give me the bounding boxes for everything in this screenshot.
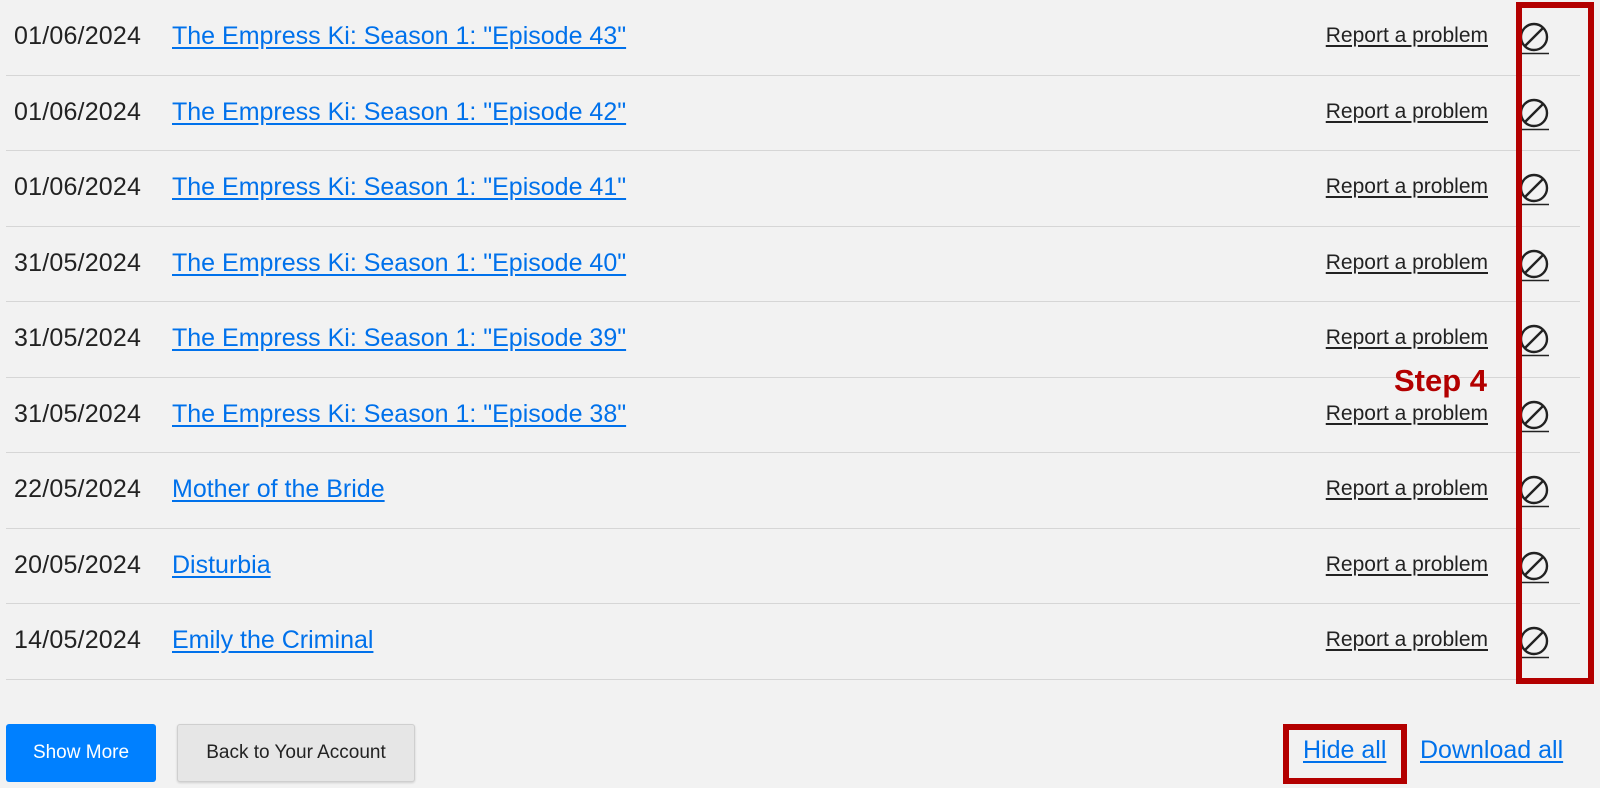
watch-date: 01/06/2024 <box>14 97 142 126</box>
report-problem-link[interactable]: Report a problem <box>1326 24 1488 48</box>
hide-from-history-button[interactable] <box>1516 624 1552 660</box>
hide-circle-slash-icon <box>1519 626 1549 659</box>
title-link[interactable]: The Empress Ki: Season 1: "Episode 40" <box>172 249 626 278</box>
watch-date: 22/05/2024 <box>14 475 142 503</box>
activity-row: 14/05/2024 Emily the Criminal Report a p… <box>6 604 1580 680</box>
hide-from-history-button[interactable] <box>1516 322 1552 358</box>
watch-date: 31/05/2024 <box>14 248 142 277</box>
title-link[interactable]: Disturbia <box>172 551 271 580</box>
activity-row: 01/06/2024 The Empress Ki: Season 1: "Ep… <box>6 76 1580 151</box>
activity-row: 31/05/2024 The Empress Ki: Season 1: "Ep… <box>6 227 1580 302</box>
title-link[interactable]: The Empress Ki: Season 1: "Episode 43" <box>172 22 626 51</box>
footer-links: Hide all Download all <box>0 736 1600 776</box>
report-problem-link[interactable]: Report a problem <box>1326 251 1488 275</box>
hide-circle-slash-icon <box>1519 22 1549 55</box>
activity-row: 22/05/2024 Mother of the Bride Report a … <box>6 453 1580 529</box>
title-link[interactable]: The Empress Ki: Season 1: "Episode 41" <box>172 173 626 202</box>
activity-row: 20/05/2024 Disturbia Report a problem <box>6 529 1580 604</box>
step-label: Step 4 <box>1394 363 1488 398</box>
hide-circle-slash-icon <box>1519 173 1549 206</box>
watch-date: 31/05/2024 <box>14 399 142 428</box>
activity-row: 01/06/2024 The Empress Ki: Season 1: "Ep… <box>6 0 1580 76</box>
title-link[interactable]: Mother of the Bride <box>172 475 385 504</box>
hide-from-history-button[interactable] <box>1516 473 1552 509</box>
watch-date: 14/05/2024 <box>14 626 142 654</box>
hide-all-link[interactable]: Hide all <box>1303 736 1386 765</box>
hide-from-history-button[interactable] <box>1516 549 1552 585</box>
hide-circle-slash-icon <box>1519 98 1549 130</box>
watch-date: 01/06/2024 <box>14 173 142 201</box>
report-problem-link[interactable]: Report a problem <box>1326 628 1488 652</box>
watch-date: 01/06/2024 <box>14 22 142 50</box>
title-link[interactable]: Emily the Criminal <box>172 626 373 655</box>
watch-date: 31/05/2024 <box>14 324 142 352</box>
report-problem-link[interactable]: Report a problem <box>1326 477 1488 501</box>
hide-circle-slash-icon <box>1519 400 1549 432</box>
hide-circle-slash-icon <box>1519 324 1549 357</box>
report-problem-link[interactable]: Report a problem <box>1326 100 1488 124</box>
hide-from-history-button[interactable] <box>1516 247 1552 283</box>
hide-from-history-button[interactable] <box>1516 398 1552 434</box>
viewing-activity-page: 01/06/2024 The Empress Ki: Season 1: "Ep… <box>0 0 1600 788</box>
activity-row: 31/05/2024 The Empress Ki: Season 1: "Ep… <box>6 302 1580 378</box>
title-link[interactable]: The Empress Ki: Season 1: "Episode 38" <box>172 400 626 429</box>
hide-from-history-button[interactable] <box>1516 96 1552 132</box>
report-problem-link[interactable]: Report a problem <box>1326 326 1488 350</box>
title-link[interactable]: The Empress Ki: Season 1: "Episode 42" <box>172 98 626 127</box>
report-problem-link[interactable]: Report a problem <box>1326 402 1488 426</box>
report-problem-link[interactable]: Report a problem <box>1326 175 1488 199</box>
report-problem-link[interactable]: Report a problem <box>1326 553 1488 577</box>
title-link[interactable]: The Empress Ki: Season 1: "Episode 39" <box>172 324 626 353</box>
activity-row: 01/06/2024 The Empress Ki: Season 1: "Ep… <box>6 151 1580 227</box>
hide-circle-slash-icon <box>1519 551 1549 583</box>
hide-from-history-button[interactable] <box>1516 171 1552 207</box>
viewing-activity-list: 01/06/2024 The Empress Ki: Season 1: "Ep… <box>6 0 1580 680</box>
watch-date: 20/05/2024 <box>14 550 142 579</box>
hide-from-history-button[interactable] <box>1516 20 1552 56</box>
hide-circle-slash-icon <box>1519 475 1549 508</box>
hide-circle-slash-icon <box>1519 249 1549 281</box>
download-all-link[interactable]: Download all <box>1420 736 1563 765</box>
activity-row: 31/05/2024 The Empress Ki: Season 1: "Ep… <box>6 378 1580 453</box>
